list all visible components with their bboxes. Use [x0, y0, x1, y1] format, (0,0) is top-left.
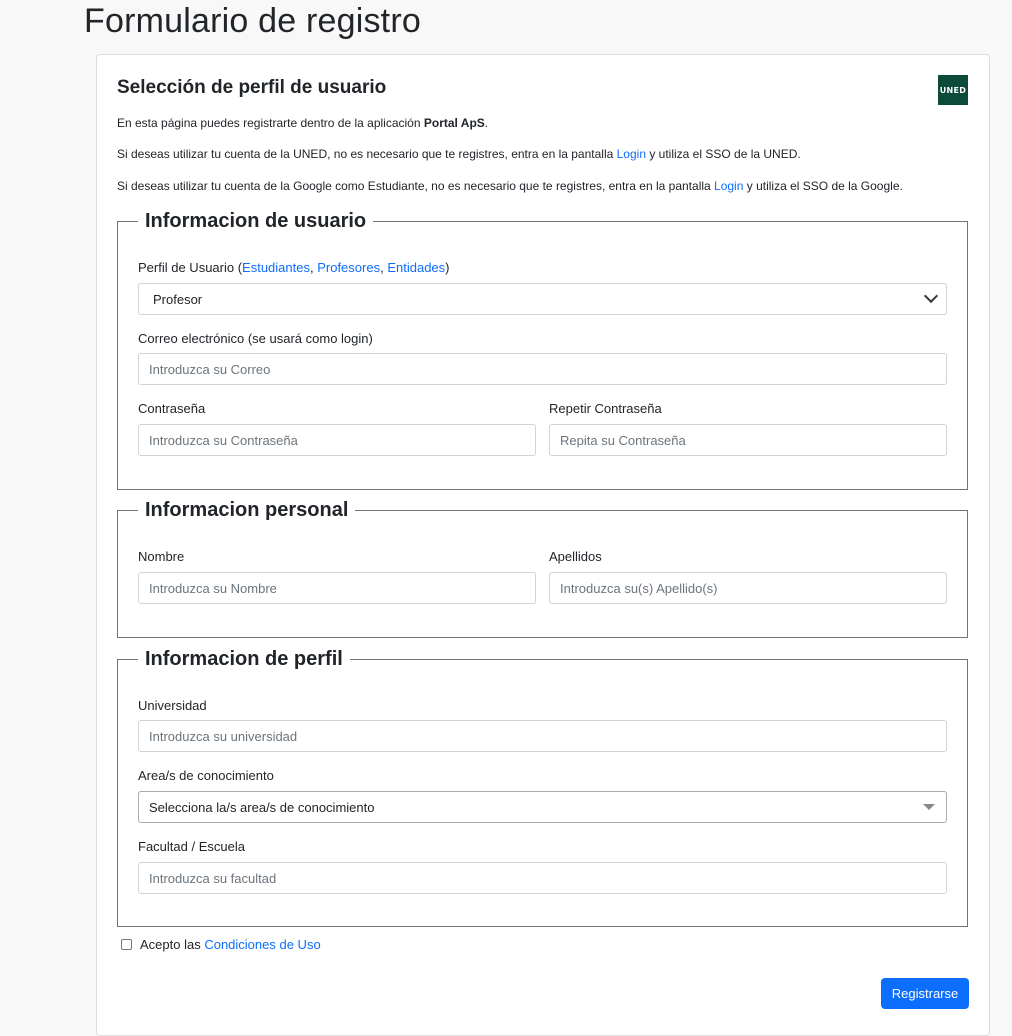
- intro-text-2: Si deseas utilizar tu cuenta de la UNED,…: [117, 147, 801, 161]
- university-label: Universidad: [138, 698, 207, 713]
- faculty-label: Facultad / Escuela: [138, 839, 245, 854]
- repeat-password-field[interactable]: Repita su Contraseña: [549, 424, 947, 456]
- profile-select[interactable]: Profesor: [138, 283, 947, 315]
- email-label: Correo electrónico (se usará como login): [138, 331, 373, 346]
- email-field[interactable]: Introduzca su Correo: [138, 353, 947, 385]
- intro-text-3: Si deseas utilizar tu cuenta de la Googl…: [117, 179, 903, 193]
- personal-info-fieldset: Informacion personal: [117, 499, 968, 638]
- faculty-field[interactable]: Introduzca su facultad: [138, 862, 947, 894]
- name-field[interactable]: Introduzca su Nombre: [138, 572, 536, 604]
- link-estudiantes[interactable]: Estudiantes: [242, 260, 310, 275]
- password-label: Contraseña: [138, 401, 206, 416]
- surname-field[interactable]: Introduzca su(s) Apellido(s): [549, 572, 947, 604]
- card-title: Selección de perfil de usuario: [117, 77, 387, 98]
- profile-label: Perfil de Usuario (Estudiantes, Profesor…: [138, 260, 450, 275]
- page-title: Formulario de registro: [84, 2, 421, 40]
- register-button[interactable]: Registrarse: [881, 978, 969, 1009]
- area-label: Area/s de conocimiento: [138, 768, 274, 783]
- terms-link[interactable]: Condiciones de Uso: [204, 937, 320, 952]
- personal-info-legend: Informacion personal: [145, 499, 349, 521]
- profile-info-legend: Informacion de perfil: [145, 648, 343, 670]
- area-select[interactable]: Selecciona la/s area/s de conocimiento: [138, 791, 947, 823]
- login-link-google[interactable]: Login: [714, 179, 743, 193]
- registration-card: Selección de perfil de usuario UNED En e…: [96, 54, 990, 1036]
- user-info-legend: Informacion de usuario: [145, 210, 367, 232]
- login-link-uned[interactable]: Login: [617, 147, 646, 161]
- link-entidades[interactable]: Entidades: [387, 260, 445, 275]
- link-profesores[interactable]: Profesores: [317, 260, 380, 275]
- surname-label: Apellidos: [549, 549, 602, 564]
- name-label: Nombre: [138, 549, 185, 564]
- terms-checkbox[interactable]: [121, 939, 132, 950]
- terms-row: Acepto las Condiciones de Uso: [121, 937, 321, 952]
- dropdown-arrow-icon: [923, 804, 935, 810]
- university-field[interactable]: Introduzca su universidad: [138, 720, 947, 752]
- password-field[interactable]: Introduzca su Contraseña: [138, 424, 536, 456]
- chevron-down-icon: [923, 288, 939, 304]
- uned-logo: UNED: [938, 75, 968, 105]
- intro-text-1: En esta página puedes registrarte dentro…: [117, 116, 489, 130]
- repeat-password-label: Repetir Contraseña: [549, 401, 662, 416]
